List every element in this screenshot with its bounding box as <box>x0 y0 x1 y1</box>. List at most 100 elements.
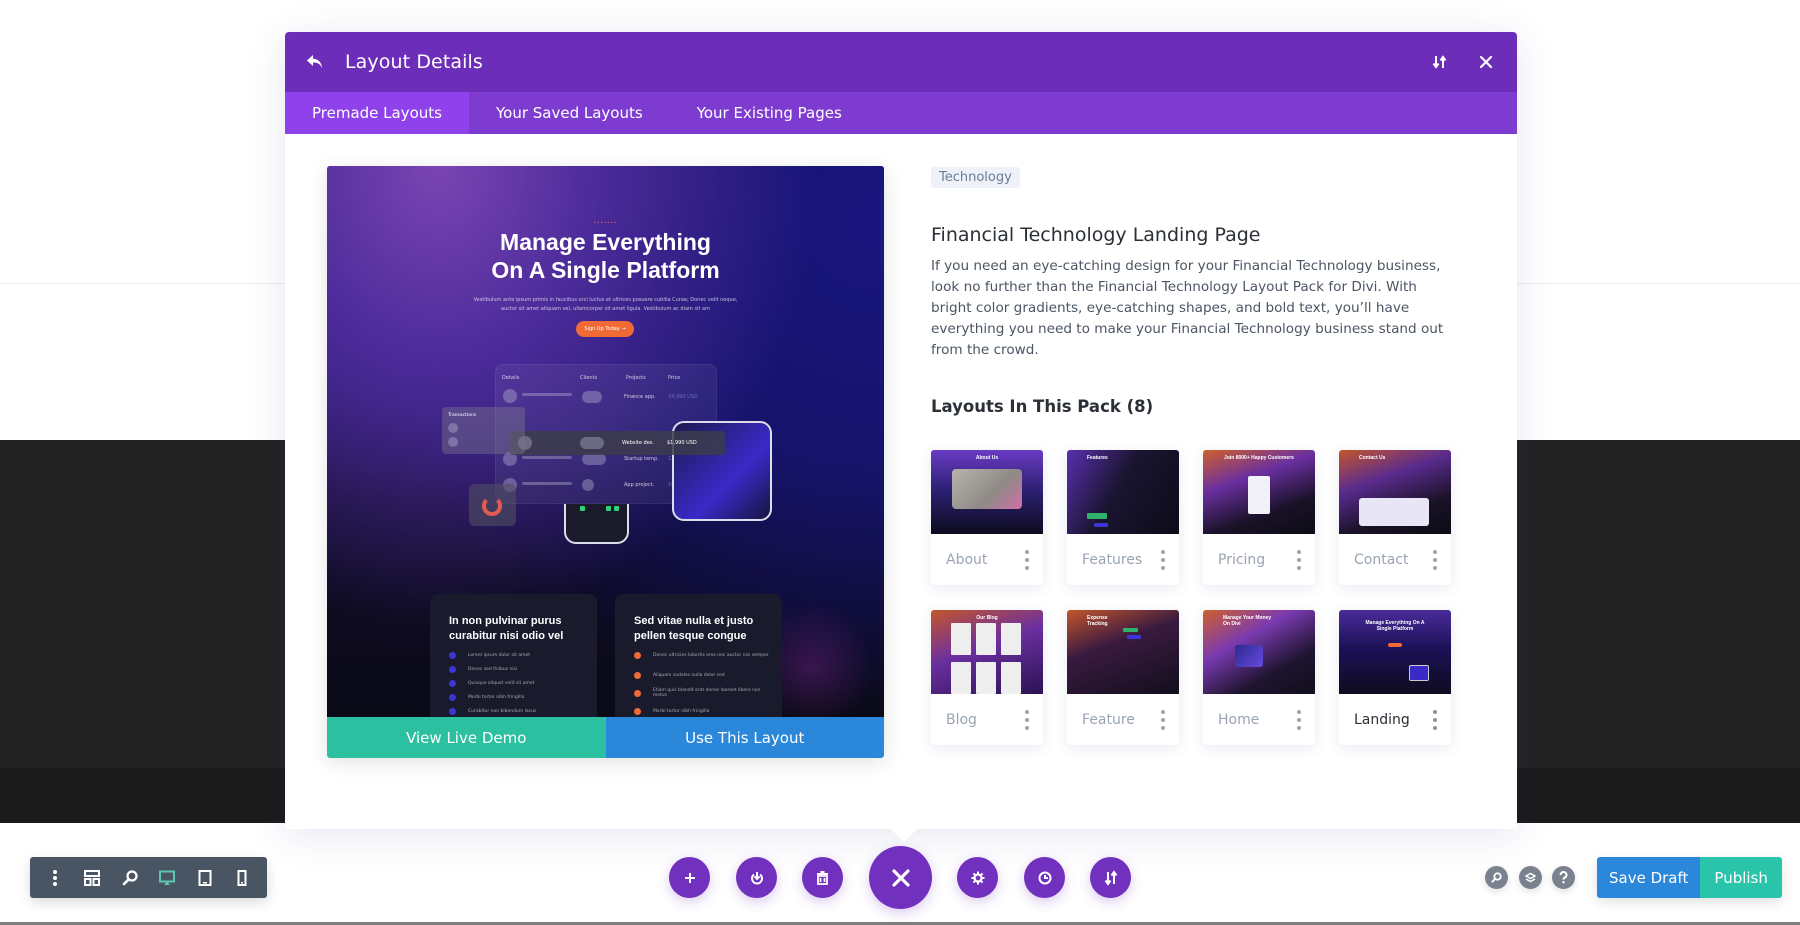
layout-card-name: Features <box>1082 551 1143 568</box>
use-this-layout-button[interactable]: Use This Layout <box>605 717 884 758</box>
category-tag[interactable]: Technology <box>931 167 1020 188</box>
layout-card-blog[interactable]: Our Blog Blog <box>931 610 1043 745</box>
portability-icon[interactable] <box>736 857 777 898</box>
settings-icon[interactable] <box>957 857 998 898</box>
layout-card-about[interactable]: About Us About <box>931 450 1043 585</box>
view-live-demo-button[interactable]: View Live Demo <box>327 717 606 758</box>
preview-eyebrow: ••••••• <box>593 220 618 225</box>
tab-saved-layouts[interactable]: Your Saved Layouts <box>469 92 670 134</box>
layout-card-name: Landing <box>1354 711 1410 728</box>
layout-card-footer: Landing <box>1339 694 1451 745</box>
preview-th: Clients <box>580 375 598 381</box>
thumb-photo <box>952 469 1022 509</box>
preview-avatar <box>448 423 458 433</box>
layout-description: If you need an eye-catching design for y… <box>931 258 1444 358</box>
preview-cta: Sign Up Today → <box>576 321 634 337</box>
thumb-element <box>976 662 996 694</box>
thumb-element <box>1248 476 1270 514</box>
preview-transactions-card: Transactions <box>442 407 525 454</box>
layout-card-contact[interactable]: Contact Us Contact <box>1339 450 1451 585</box>
thumb-title: Our Blog <box>976 615 998 621</box>
preview-list-item: Etiam quis blandit erat donec laoreet li… <box>634 688 774 698</box>
more-vertical-icon[interactable] <box>1430 709 1440 730</box>
thumb-element <box>1094 523 1108 527</box>
preview-headline-line1: Manage Everything <box>500 229 711 255</box>
more-vertical-icon[interactable] <box>1294 709 1304 730</box>
add-icon[interactable] <box>669 857 710 898</box>
preview-headline: Manage Everything On A Single Platform <box>327 228 884 284</box>
layout-thumbnail: Manage Your Money On Divi <box>1203 610 1315 694</box>
preview-th: Price <box>668 375 681 381</box>
thumb-element <box>1359 498 1429 526</box>
layout-card-footer: Blog <box>931 694 1043 745</box>
layout-card-features[interactable]: Features Features <box>1067 450 1179 585</box>
preview-feature-card-left: In non pulvinar purus curabitur nisi odi… <box>430 594 597 717</box>
layout-card-pricing[interactable]: Join 8000+ Happy Customers Pricing <box>1203 450 1315 585</box>
thumb-title: About Us <box>975 455 999 461</box>
thumb-element <box>1235 645 1263 667</box>
close-icon[interactable] <box>869 846 932 909</box>
preview-row-project: Finance app. <box>624 394 656 400</box>
layout-card-footer: About <box>931 534 1043 585</box>
preview-list-item: Aliquam sodales nulla dolor sed <box>634 672 774 679</box>
preview-list-item: Lorem ipsum dolor sit amet <box>449 652 530 659</box>
more-vertical-icon[interactable] <box>1158 709 1168 730</box>
preview-list-item: Morbi tortor nibh fringilla <box>449 694 524 701</box>
layout-card-name: About <box>946 551 988 568</box>
tab-existing-pages[interactable]: Your Existing Pages <box>670 92 869 134</box>
trash-icon[interactable] <box>802 857 843 898</box>
more-vertical-icon[interactable] <box>1430 549 1440 570</box>
thumb-element <box>1409 665 1429 681</box>
preview-clients <box>582 479 594 491</box>
thumb-element <box>976 623 996 655</box>
preview-th: Projects <box>626 375 646 381</box>
layout-card-name: Blog <box>946 711 977 728</box>
preview-row-project: Website des. <box>622 440 654 446</box>
preview-image: ••••••• Manage Everything On A Single Pl… <box>327 166 884 717</box>
layout-thumbnail: Contact Us <box>1339 450 1451 534</box>
history-icon[interactable] <box>1024 857 1065 898</box>
pack-title: Layouts In This Pack (8) <box>931 397 1154 416</box>
more-vertical-icon[interactable] <box>1294 549 1304 570</box>
sort-arrows-icon[interactable] <box>1090 857 1131 898</box>
preview-list-item: Quisque aliquet velit sit amet <box>449 680 534 687</box>
layout-thumbnail: Features <box>1067 450 1179 534</box>
layout-card-footer: Feature <box>1067 694 1179 745</box>
thumb-element <box>1087 513 1107 519</box>
preview-indicator <box>606 506 611 511</box>
preview-avatar <box>503 389 517 403</box>
tab-premade-layouts[interactable]: Premade Layouts <box>285 92 469 134</box>
preview-subtext: Vestibulum ante ipsum primis in faucibus… <box>473 297 738 312</box>
layout-card-feature[interactable]: Expense Tracking Feature <box>1067 610 1179 745</box>
layout-thumbnail: Join 8000+ Happy Customers <box>1203 450 1315 534</box>
preview-list-item: Donec sed finibus nisi <box>449 666 517 673</box>
preview-list-item: Curabitur non bibendum lacus <box>449 708 536 715</box>
layout-card-home[interactable]: Manage Your Money On Divi Home <box>1203 610 1315 745</box>
search-icon[interactable] <box>1485 866 1508 889</box>
preview-row-price: $1,990 USD <box>667 440 697 446</box>
publish-button[interactable]: Publish <box>1700 857 1782 898</box>
save-draft-button[interactable]: Save Draft <box>1597 857 1701 898</box>
more-vertical-icon[interactable] <box>1022 709 1032 730</box>
layout-card-landing[interactable]: Manage Everything On A Single Platform L… <box>1339 610 1451 745</box>
thumb-element <box>1123 628 1138 632</box>
tab-bar: Premade Layouts Your Saved Layouts Your … <box>285 92 1517 134</box>
modal-caret <box>890 828 918 842</box>
more-vertical-icon[interactable] <box>1022 549 1032 570</box>
preview-th: Details <box>502 375 520 381</box>
preview-donut-chart <box>482 496 502 516</box>
thumb-element <box>951 662 971 694</box>
sort-arrows-icon[interactable] <box>1427 49 1453 75</box>
preview-row-price: 24,990 USD <box>668 394 698 400</box>
undo-arrow-icon[interactable] <box>303 50 327 74</box>
layout-thumbnail: About Us <box>931 450 1043 534</box>
close-icon[interactable] <box>1473 49 1499 75</box>
preview-headline-line2: On A Single Platform <box>491 257 720 283</box>
thumb-element <box>1001 662 1021 694</box>
thumb-element <box>1001 623 1021 655</box>
help-icon[interactable] <box>1552 866 1575 889</box>
more-vertical-icon[interactable] <box>1158 549 1168 570</box>
layers-icon[interactable] <box>1519 866 1542 889</box>
thumb-title: Join 8000+ Happy Customers <box>1224 455 1294 461</box>
preview-card-title: Sed vitae nulla et justo pellen tesque c… <box>634 615 754 642</box>
